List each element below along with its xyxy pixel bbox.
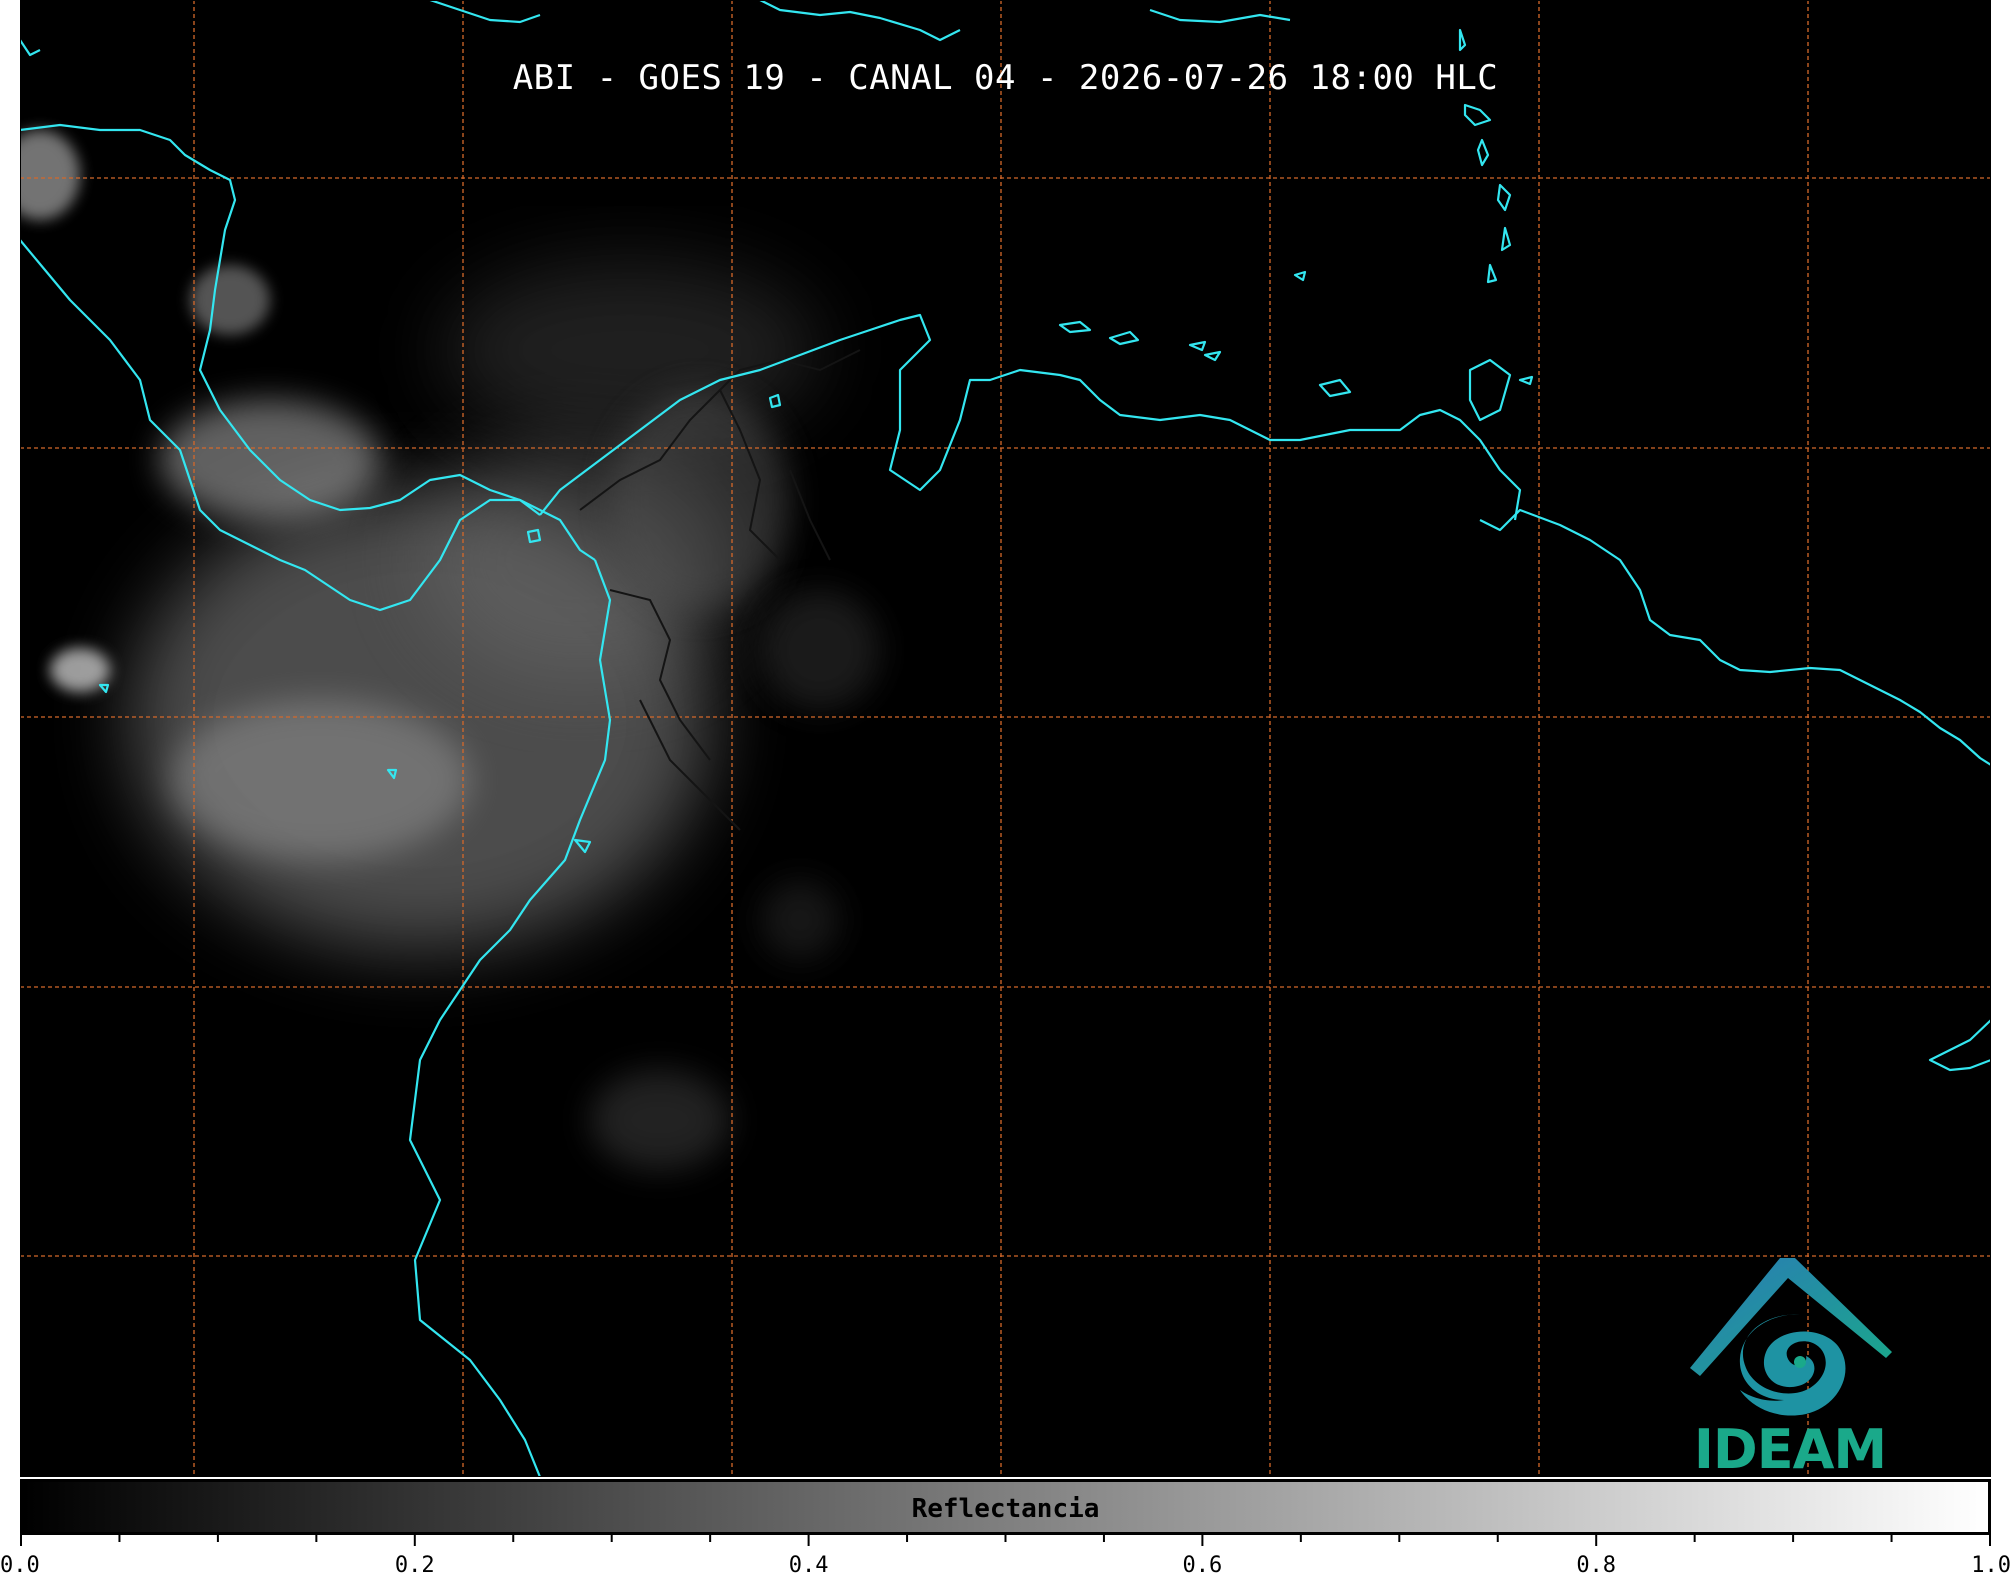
- coast-cuba: [429, 0, 541, 24]
- cloud-cell-orinoco: [760, 880, 840, 960]
- cloud-mass-caribbean: [440, 260, 820, 440]
- cloud-cell-honduras: [20, 130, 80, 220]
- colorbar-tick-label: 0.4: [789, 1553, 829, 1577]
- island-tobago: [1518, 375, 1534, 386]
- cloud-field: [20, 130, 880, 1170]
- island-curacao: [1108, 330, 1140, 346]
- reflectance-colorbar: Reflectancia: [20, 1479, 1991, 1535]
- satellite-map: ABI - GOES 19 - CANAL 04 - 2026-07-26 18…: [20, 0, 1991, 1477]
- coast-hispaniola: [759, 0, 961, 42]
- coast-brazil-east: [1928, 1019, 1991, 1072]
- island-antilles-4: [1496, 183, 1512, 212]
- cloud-mass-colombia: [610, 390, 790, 610]
- colorbar-tick-label: 0.0: [0, 1553, 40, 1577]
- island-antilles-2: [1463, 103, 1492, 127]
- colorbar-tick-label: 0.6: [1183, 1553, 1223, 1577]
- colorbar-label: Reflectancia: [911, 1494, 1100, 1524]
- island-antilles-6: [1486, 263, 1498, 284]
- map-title: ABI - GOES 19 - CANAL 04 - 2026-07-26 18…: [512, 58, 1499, 98]
- coast-puerto-rico: [1149, 8, 1291, 24]
- colorbar-tick-label: 1.0: [1971, 1553, 2011, 1577]
- ideam-logo: IDEAM: [1660, 1250, 1920, 1477]
- island-antilles-1: [1458, 28, 1467, 52]
- colorbar-tick-label: 0.8: [1576, 1553, 1616, 1577]
- ideam-mountain-swirl-icon: [1690, 1258, 1892, 1416]
- island-antilles-3: [1476, 138, 1490, 167]
- island-bonaire: [1188, 340, 1207, 352]
- cloud-cell-east: [760, 590, 880, 710]
- cloud-cell-nicaragua: [190, 265, 270, 335]
- island-aruba: [1058, 320, 1092, 334]
- coast-venezuela-guiana: [1479, 508, 1991, 766]
- island-trinidad: [1468, 358, 1512, 422]
- cloud-mass-pacific: [170, 700, 470, 860]
- island-pacific-2: [98, 683, 110, 694]
- colorbar-tick-label: 0.2: [395, 1553, 435, 1577]
- cloud-mass-costa-rica: [160, 400, 380, 520]
- island-margarita: [1318, 378, 1352, 398]
- island-caribbean-small-1: [1293, 270, 1307, 282]
- island-jamaica-west: [20, 39, 41, 57]
- cloud-cell-south: [590, 1070, 730, 1170]
- colorbar-ticks: 0.0 0.2 0.4 0.6 0.8 1.0: [0, 1534, 2011, 1577]
- island-antilles-5: [1500, 226, 1512, 252]
- satellite-image-page: ABI - GOES 19 - CANAL 04 - 2026-07-26 18…: [0, 0, 2011, 1577]
- island-caribbean-small-2: [1203, 350, 1222, 362]
- ideam-logo-text: IDEAM: [1693, 1418, 1887, 1477]
